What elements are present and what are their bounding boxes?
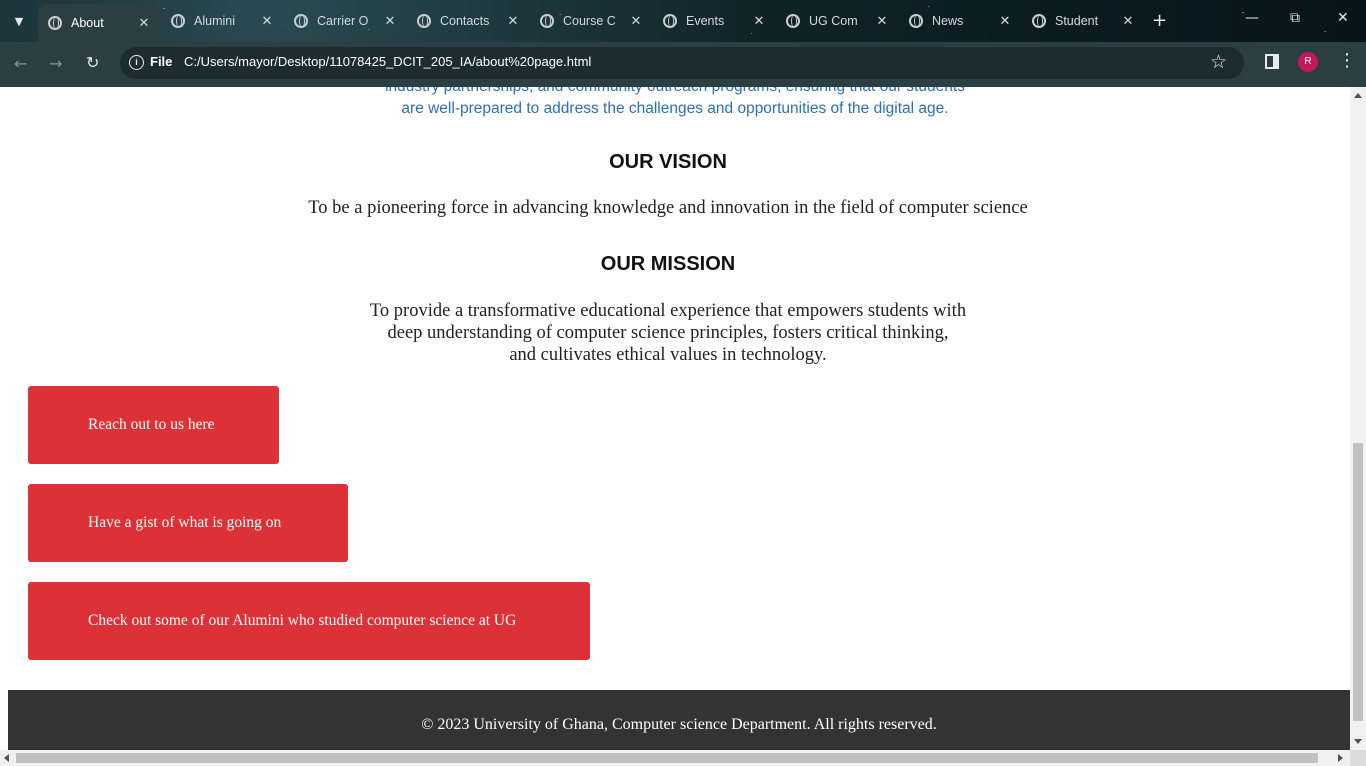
vision-text: To be a pioneering force in advancing kn… [308, 198, 1028, 218]
intro-text-line: industry partnerships, and community out… [0, 87, 1350, 96]
globe-icon [48, 16, 62, 30]
alumni-button[interactable]: Check out some of our Alumini who studie… [28, 582, 590, 660]
contact-us-button[interactable]: Reach out to us here [28, 386, 279, 464]
tab-ug-com[interactable]: UG Com ✕ [776, 0, 899, 42]
horizontal-scroll-thumb[interactable] [16, 753, 1318, 763]
tab-close-icon[interactable]: ✕ [752, 13, 766, 29]
globe-icon [786, 14, 800, 28]
page-footer: © 2023 University of Ghana, Computer sci… [8, 690, 1350, 750]
intro-text-line: are well-prepared to address the challen… [401, 100, 949, 117]
tab-close-icon[interactable]: ✕ [998, 13, 1012, 29]
tab-search-chevron-icon[interactable]: ▼ [6, 9, 32, 33]
profile-avatar[interactable]: R [1298, 52, 1318, 72]
site-chip-label[interactable]: File [150, 54, 172, 69]
globe-icon [663, 14, 677, 28]
scroll-right-arrow-icon[interactable] [1338, 754, 1343, 762]
side-panel-icon[interactable] [1265, 54, 1279, 69]
tab-contacts[interactable]: Contacts ✕ [407, 0, 530, 42]
globe-icon [294, 14, 308, 28]
restore-window-icon[interactable]: ⧉ [1290, 10, 1300, 26]
scroll-left-arrow-icon[interactable] [4, 754, 9, 762]
tab-student[interactable]: Student ✕ [1022, 0, 1145, 42]
tab-label: News [932, 14, 964, 28]
tab-label: Alumini [194, 14, 235, 28]
horizontal-scrollbar[interactable] [0, 750, 1366, 766]
scroll-down-arrow-icon[interactable] [1354, 739, 1362, 744]
globe-icon [540, 14, 554, 28]
new-tab-plus-icon[interactable]: + [1152, 10, 1167, 31]
globe-icon [171, 14, 185, 28]
kebab-menu-icon[interactable]: ⋮ [1338, 50, 1356, 71]
tab-close-icon[interactable]: ✕ [383, 13, 397, 29]
tab-close-icon[interactable]: ✕ [1121, 13, 1135, 29]
mission-text-line: To provide a transformative educational … [369, 301, 967, 321]
tab-label: Events [686, 14, 725, 28]
tab-news[interactable]: News ✕ [899, 0, 1022, 42]
mission-text-line: deep understanding of computer science p… [387, 323, 949, 343]
address-bar[interactable]: i File C:/Users/mayor/Desktop/11078425_D… [120, 47, 1244, 79]
tab-close-icon[interactable]: ✕ [875, 13, 889, 29]
back-arrow-icon[interactable]: ← [14, 54, 27, 73]
url-text[interactable]: C:/Users/mayor/Desktop/11078425_DCIT_205… [184, 54, 591, 69]
tab-alumini[interactable]: Alumini ✕ [161, 0, 284, 42]
tab-course-c[interactable]: Course C ✕ [530, 0, 653, 42]
close-window-icon[interactable]: ✕ [1337, 10, 1349, 26]
reload-icon[interactable]: ↻ [86, 53, 99, 72]
tab-close-icon[interactable]: ✕ [137, 15, 151, 31]
tab-label: Course C [563, 14, 616, 28]
tab-label: About [71, 16, 104, 30]
tab-label: Student [1055, 14, 1099, 28]
vertical-scrollbar[interactable] [1350, 87, 1366, 750]
tab-label: UG Com [809, 14, 858, 28]
bookmark-star-icon[interactable]: ☆ [1210, 51, 1227, 73]
copyright-text: © 2023 University of Ghana, Computer sci… [421, 716, 937, 733]
browser-toolbar: ← → ↻ i File C:/Users/mayor/Desktop/1107… [0, 42, 1366, 87]
mission-text-line: and cultivates ethical values in technol… [509, 345, 827, 365]
globe-icon [417, 14, 431, 28]
tab-events[interactable]: Events ✕ [653, 0, 776, 42]
tab-strip: ▼ About ✕ Alumini ✕ Carrier O ✕ Contacts ✕ Cours… [0, 0, 1366, 42]
tab-label: Contacts [440, 14, 490, 28]
tab-carrier-o[interactable]: Carrier O ✕ [284, 0, 407, 42]
tab-close-icon[interactable]: ✕ [506, 13, 520, 29]
globe-icon [1032, 14, 1046, 28]
tab-label: Carrier O [317, 14, 369, 28]
tab-close-icon[interactable]: ✕ [260, 13, 274, 29]
minimize-icon[interactable]: — [1245, 10, 1259, 26]
tab-about[interactable]: About ✕ [38, 4, 161, 42]
site-info-icon[interactable]: i [129, 55, 144, 70]
globe-icon [909, 14, 923, 28]
vertical-scroll-thumb[interactable] [1353, 443, 1363, 721]
scrollbar-corner [1350, 750, 1366, 766]
page-viewport: industry partnerships, and community out… [0, 87, 1350, 750]
scroll-up-arrow-icon[interactable] [1354, 93, 1362, 98]
vision-heading: OUR VISION [609, 151, 727, 173]
tab-close-icon[interactable]: ✕ [629, 13, 643, 29]
news-button[interactable]: Have a gist of what is going on [28, 484, 348, 562]
tab-list: About ✕ Alumini ✕ Carrier O ✕ Contacts ✕ Course … [38, 0, 1145, 42]
forward-arrow-icon[interactable]: → [49, 54, 62, 73]
mission-heading: OUR MISSION [600, 253, 736, 275]
